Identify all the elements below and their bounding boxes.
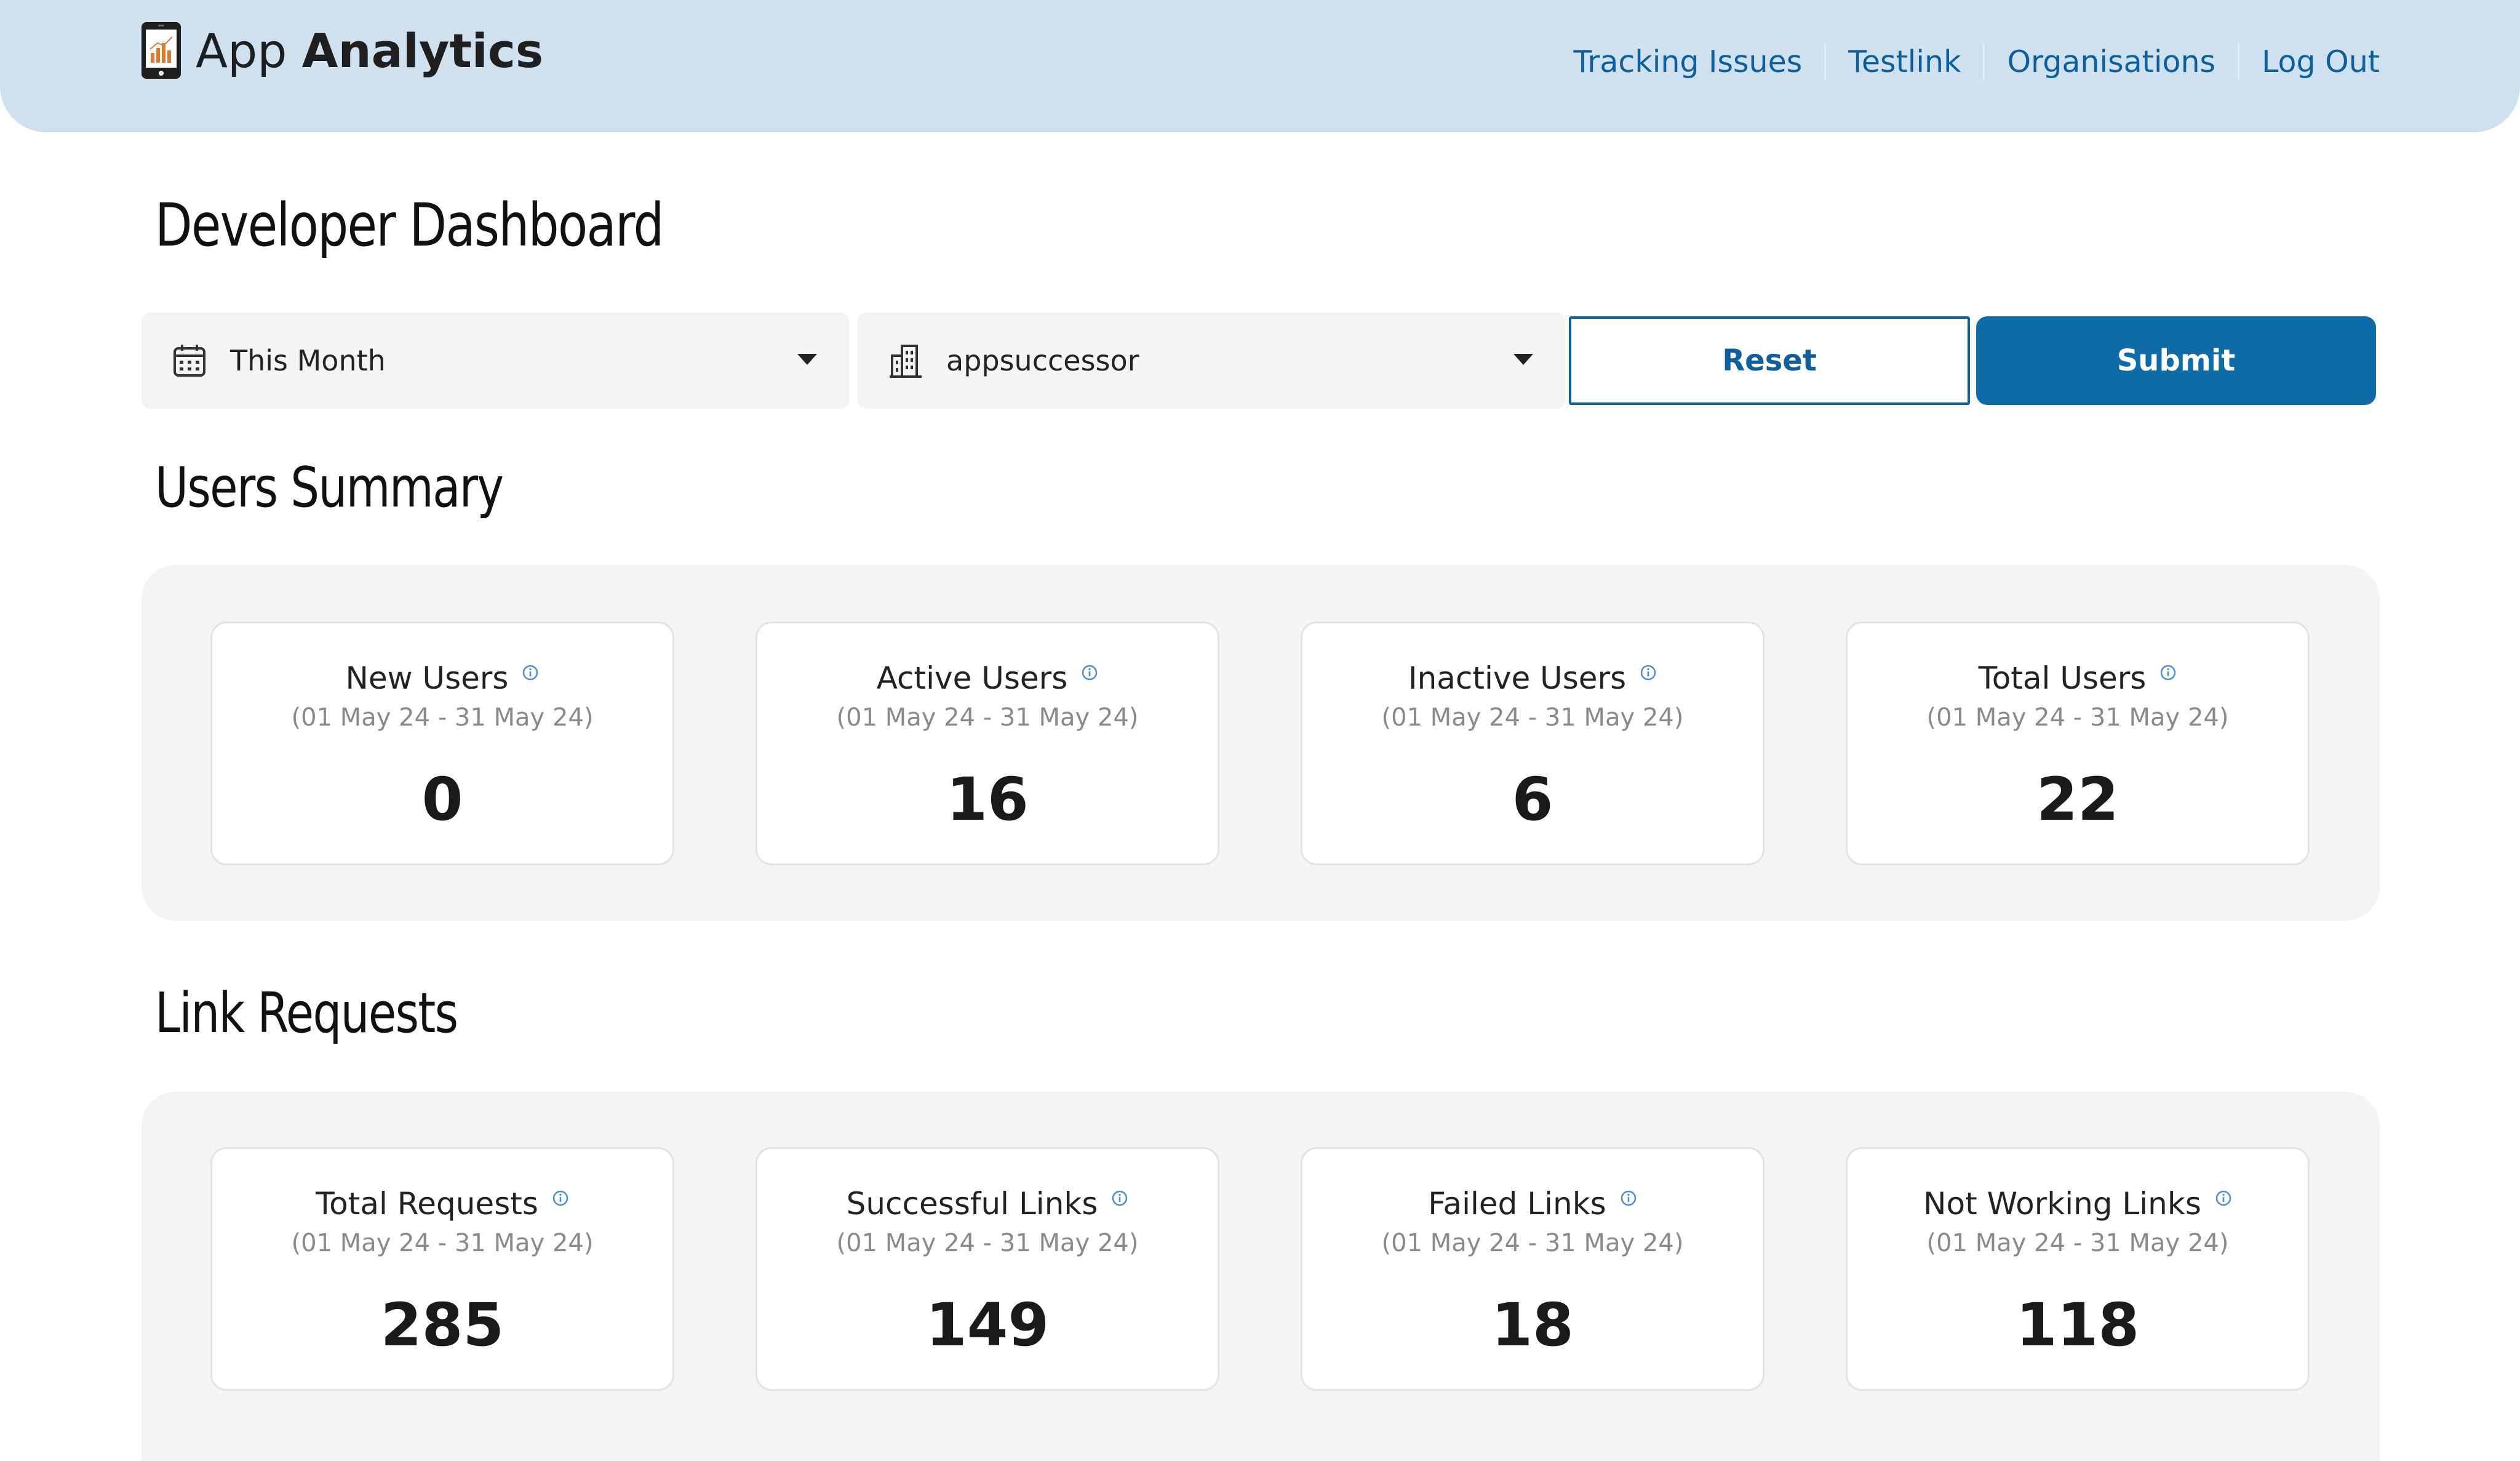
link-requests-title: Link Requests xyxy=(155,981,458,1046)
info-icon[interactable] xyxy=(2159,664,2177,681)
nav-divider xyxy=(1824,44,1827,79)
card-date-range: (01 May 24 - 31 May 24) xyxy=(1926,1229,2229,1257)
organisation-select[interactable]: appsuccessor xyxy=(858,313,1565,409)
chevron-down-icon xyxy=(1513,354,1533,365)
app-title: App Analytics xyxy=(196,23,544,78)
nav-organisations[interactable]: Organisations xyxy=(2007,44,2215,79)
info-icon[interactable] xyxy=(1081,664,1098,681)
card-label: Active Users xyxy=(876,660,1068,696)
date-range-select[interactable]: This Month xyxy=(142,313,849,409)
info-icon[interactable] xyxy=(1620,1190,1637,1207)
nav-testlink[interactable]: Testlink xyxy=(1848,44,1961,79)
card-date-range: (01 May 24 - 31 May 24) xyxy=(291,703,594,732)
card-date-range: (01 May 24 - 31 May 24) xyxy=(291,1229,594,1257)
info-icon[interactable] xyxy=(1111,1190,1128,1207)
nav-tracking-issues[interactable]: Tracking Issues xyxy=(1573,44,1802,79)
card-label: Not Working Links xyxy=(1923,1186,2201,1222)
info-icon[interactable] xyxy=(2215,1190,2232,1207)
card-date-range: (01 May 24 - 31 May 24) xyxy=(836,1229,1139,1257)
card-value: 22 xyxy=(2036,765,2119,834)
info-icon[interactable] xyxy=(1640,664,1657,681)
date-range-value: This Month xyxy=(230,344,386,377)
brand[interactable]: App Analytics xyxy=(140,21,543,80)
total-requests-card: Total Requests (01 May 24 - 31 May 24) 2… xyxy=(210,1147,674,1391)
card-value: 18 xyxy=(1491,1291,1574,1359)
building-icon xyxy=(890,345,922,378)
info-icon[interactable] xyxy=(552,1190,569,1207)
card-date-range: (01 May 24 - 31 May 24) xyxy=(1926,703,2229,732)
card-value: 149 xyxy=(925,1291,1050,1359)
info-icon[interactable] xyxy=(522,664,539,681)
card-date-range: (01 May 24 - 31 May 24) xyxy=(1381,703,1684,732)
top-nav: Tracking Issues Testlink Organisations L… xyxy=(1573,43,2380,80)
card-label: Total Requests xyxy=(316,1186,538,1222)
users-summary-title: Users Summary xyxy=(155,455,504,520)
nav-log-out[interactable]: Log Out xyxy=(2262,44,2380,79)
new-users-card: New Users (01 May 24 - 31 May 24) 0 xyxy=(210,622,674,865)
total-users-card: Total Users (01 May 24 - 31 May 24) 22 xyxy=(1846,622,2310,865)
card-label: New Users xyxy=(345,660,509,696)
organisation-value: appsuccessor xyxy=(946,344,1139,377)
card-label: Successful Links xyxy=(846,1186,1098,1222)
phone-chart-icon xyxy=(142,22,181,79)
card-value: 6 xyxy=(1512,765,1553,834)
chevron-down-icon xyxy=(797,354,817,365)
calendar-icon xyxy=(173,345,205,377)
card-date-range: (01 May 24 - 31 May 24) xyxy=(1381,1229,1684,1257)
nav-divider xyxy=(2238,44,2240,79)
card-value: 285 xyxy=(380,1291,504,1359)
inactive-users-card: Inactive Users (01 May 24 - 31 May 24) 6 xyxy=(1301,622,1764,865)
not-working-links-card: Not Working Links (01 May 24 - 31 May 24… xyxy=(1846,1147,2310,1391)
card-value: 118 xyxy=(2016,1291,2140,1359)
submit-button[interactable]: Submit xyxy=(1976,316,2376,405)
active-users-card: Active Users (01 May 24 - 31 May 24) 16 xyxy=(756,622,1219,865)
successful-links-card: Successful Links (01 May 24 - 31 May 24)… xyxy=(756,1147,1219,1391)
reset-button[interactable]: Reset xyxy=(1569,316,1970,405)
page-title: Developer Dashboard xyxy=(155,191,664,260)
failed-links-card: Failed Links (01 May 24 - 31 May 24) 18 xyxy=(1301,1147,1764,1391)
top-header: App Analytics Tracking Issues Testlink O… xyxy=(0,0,2520,132)
link-requests-panel: Total Requests (01 May 24 - 31 May 24) 2… xyxy=(142,1092,2380,1461)
card-label: Inactive Users xyxy=(1408,660,1627,696)
card-date-range: (01 May 24 - 31 May 24) xyxy=(836,703,1139,732)
card-label: Total Users xyxy=(1978,660,2147,696)
users-summary-panel: New Users (01 May 24 - 31 May 24) 0 Acti… xyxy=(142,565,2380,921)
card-label: Failed Links xyxy=(1428,1186,1606,1222)
nav-divider xyxy=(1983,44,1985,79)
card-value: 16 xyxy=(946,765,1029,834)
card-value: 0 xyxy=(421,765,463,834)
